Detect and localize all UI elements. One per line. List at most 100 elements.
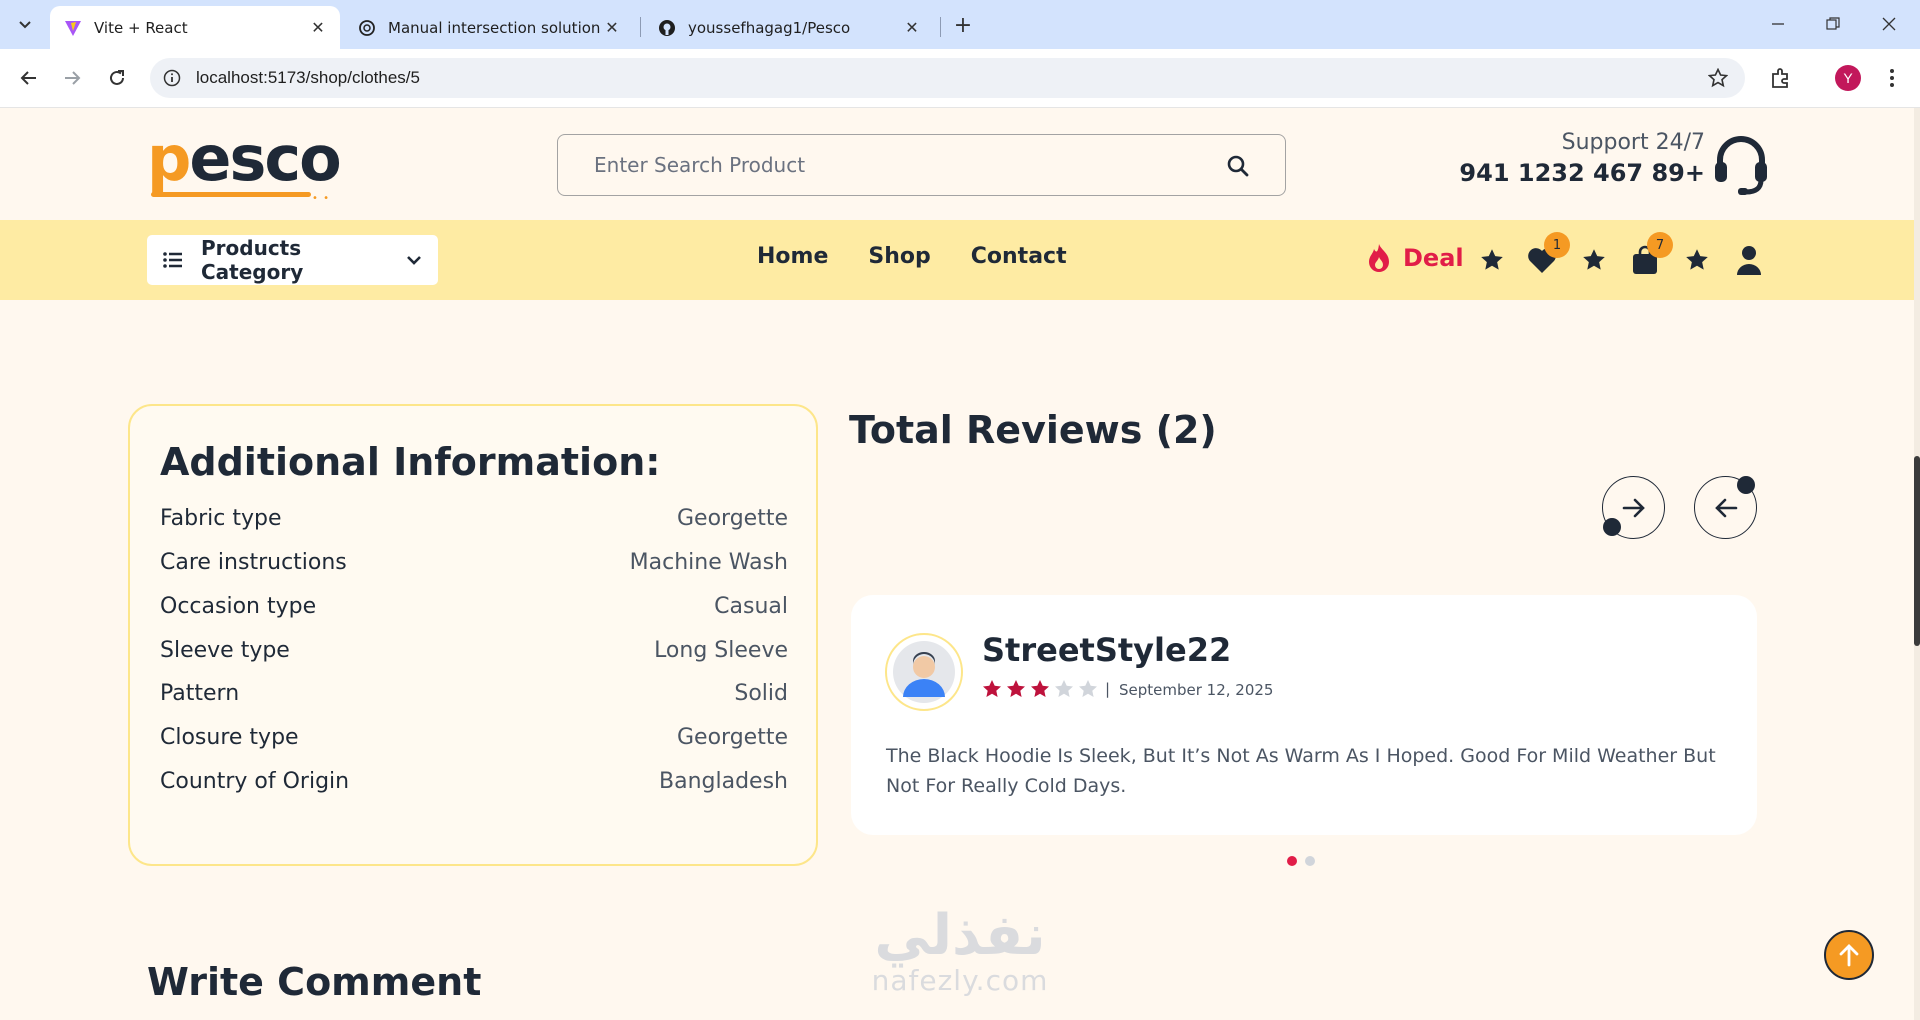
- url-text[interactable]: localhost:5173/shop/clothes/5: [196, 68, 420, 88]
- watermark-arabic: نفذلي: [874, 903, 1046, 968]
- scroll-to-top-button[interactable]: [1824, 930, 1874, 980]
- arrow-left-icon: [1714, 498, 1737, 517]
- decorative-dot: [1603, 518, 1621, 536]
- star-filled-icon: [1031, 680, 1049, 697]
- minimize-button[interactable]: [1755, 8, 1801, 40]
- tab-github-pesco[interactable]: youssefhagag1/Pesco ✕: [644, 6, 934, 49]
- logo-underline: [151, 192, 311, 197]
- page-scrollbar[interactable]: [1914, 108, 1920, 1020]
- address-bar[interactable]: localhost:5173/shop/clothes/5: [150, 58, 1745, 98]
- pagination-dot-active[interactable]: [1287, 856, 1297, 866]
- info-row: Pattern Solid: [160, 681, 788, 706]
- tab-manual-intersection[interactable]: Manual intersection solution ✕: [344, 6, 634, 49]
- reload-button[interactable]: [102, 63, 132, 93]
- site-info-icon[interactable]: [162, 68, 182, 88]
- tab-search-button[interactable]: [12, 12, 38, 38]
- star-icon: [1476, 244, 1508, 276]
- wishlist-button[interactable]: 1: [1526, 232, 1570, 276]
- star-empty-icon: [1055, 680, 1073, 697]
- nav-link-shop[interactable]: Shop: [868, 244, 930, 269]
- close-window-button[interactable]: [1866, 8, 1912, 40]
- cart-count-badge: 7: [1647, 232, 1673, 258]
- close-icon[interactable]: ✕: [308, 18, 328, 38]
- reviewer-name: StreetStyle22: [982, 631, 1232, 669]
- review-rating: [982, 679, 1098, 699]
- scrollbar-thumb[interactable]: [1914, 456, 1920, 646]
- star-empty-icon: [1079, 680, 1097, 697]
- tab-separator: [940, 17, 941, 37]
- info-row: Country of Origin Bangladesh: [160, 769, 788, 794]
- profile-avatar[interactable]: Y: [1835, 65, 1861, 91]
- new-tab-button[interactable]: +: [950, 12, 976, 38]
- arrow-right-icon: [65, 71, 81, 85]
- support-phone[interactable]: 941 1232 467 89+: [1459, 159, 1705, 187]
- write-comment-title: Write Comment: [147, 960, 482, 1004]
- puzzle-icon: [1772, 68, 1788, 88]
- star-icon: [1681, 244, 1713, 276]
- nav-links: Home Shop Contact: [757, 244, 1067, 269]
- reload-icon: [110, 70, 124, 85]
- github-icon: [658, 19, 676, 37]
- forward-button[interactable]: [57, 63, 87, 93]
- search-box: [557, 134, 1286, 196]
- restore-icon: [1826, 17, 1840, 30]
- pesco-logo[interactable]: pesco • •: [147, 128, 342, 205]
- review-date: September 12, 2025: [1119, 681, 1274, 699]
- wishlist-count-badge: 1: [1544, 232, 1570, 258]
- reviewer-avatar: [885, 633, 963, 711]
- search-icon[interactable]: [1225, 153, 1251, 179]
- nafezly-watermark: نفذلي nafezly.com: [850, 903, 1070, 998]
- additional-information-card: Additional Information: Fabric type Georg…: [128, 404, 818, 866]
- kebab-menu-icon: [1890, 69, 1894, 87]
- arrow-left-icon: [20, 71, 36, 85]
- info-row: Sleeve type Long Sleeve: [160, 638, 788, 663]
- tab-title: youssefhagag1/Pesco: [688, 18, 851, 37]
- close-icon[interactable]: ✕: [602, 18, 622, 38]
- pagination-dot[interactable]: [1305, 856, 1315, 866]
- nav-link-contact[interactable]: Contact: [971, 244, 1067, 269]
- restore-button[interactable]: [1810, 8, 1856, 40]
- account-button[interactable]: [1733, 244, 1765, 276]
- vite-icon: [64, 19, 82, 37]
- nav-link-home[interactable]: Home: [757, 244, 828, 269]
- tab-vite-react[interactable]: Vite + React ✕: [50, 6, 340, 49]
- page-content: pesco • • Support 24/7 941 1232 467 89+ …: [0, 108, 1920, 1020]
- info-row: Closure type Georgette: [160, 725, 788, 750]
- chatgpt-icon: [358, 19, 376, 37]
- star-icon: [1578, 244, 1610, 276]
- tab-title: Vite + React: [94, 18, 188, 37]
- logo-dots: • •: [312, 193, 330, 204]
- watermark-latin: nafezly.com: [871, 964, 1049, 997]
- tab-separator: [640, 17, 641, 37]
- products-category-dropdown[interactable]: Products Category: [147, 235, 438, 285]
- info-row: Fabric type Georgette: [160, 506, 788, 531]
- rating-date-separator: |: [1105, 680, 1111, 698]
- minimize-icon: [1772, 23, 1784, 25]
- decorative-dot: [1737, 476, 1755, 494]
- arrow-right-icon: [1622, 498, 1645, 517]
- info-row: Care instructions Machine Wash: [160, 550, 788, 575]
- arrow-up-icon: [1839, 944, 1859, 967]
- deal-link[interactable]: Deal: [1365, 242, 1464, 274]
- review-text: The Black Hoodie Is Sleek, But It’s Not …: [886, 745, 1716, 797]
- user-icon: [1737, 246, 1761, 275]
- support-label: Support 24/7: [1561, 130, 1705, 155]
- tab-title: Manual intersection solution: [388, 18, 601, 37]
- chevron-down-icon: [19, 21, 31, 29]
- back-button[interactable]: [14, 63, 44, 93]
- extensions-button[interactable]: [1767, 64, 1795, 92]
- total-reviews-title: Total Reviews (2): [849, 408, 1217, 452]
- additional-information-title: Additional Information:: [160, 440, 661, 484]
- fire-icon: [1365, 242, 1393, 274]
- search-input[interactable]: [594, 153, 1194, 177]
- close-icon[interactable]: ✕: [902, 18, 922, 38]
- chevron-down-icon: [404, 250, 424, 270]
- review-card: StreetStyle22 | September 12, 2025 The B…: [851, 595, 1757, 835]
- bookmark-star-icon[interactable]: [1707, 67, 1729, 89]
- close-icon: [1882, 17, 1896, 31]
- products-category-label: Products Category: [201, 236, 304, 284]
- list-icon: [161, 248, 185, 272]
- browser-menu-button[interactable]: [1878, 64, 1906, 92]
- support-contact: Support 24/7 941 1232 467 89+: [1459, 130, 1705, 187]
- cart-button[interactable]: 7: [1629, 232, 1673, 276]
